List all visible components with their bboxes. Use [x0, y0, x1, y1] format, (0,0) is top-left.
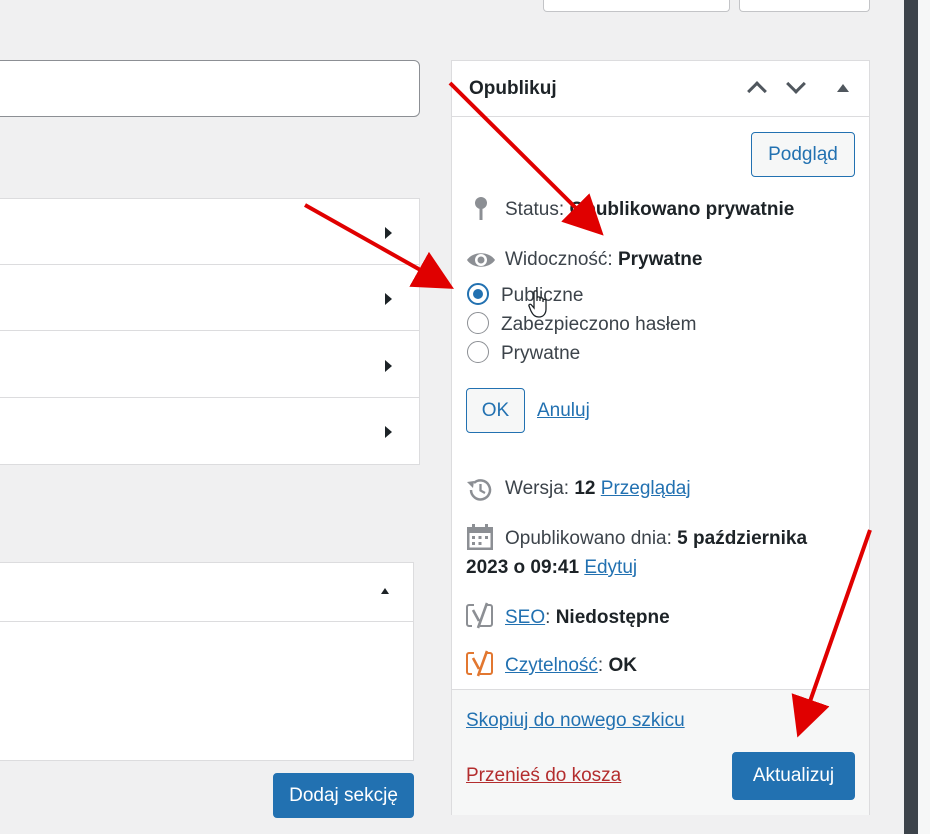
browse-revisions-link[interactable]: Przeglądaj [601, 478, 691, 499]
publish-actions: Skopiuj do nowego szkicu Przenieś do kos… [452, 689, 869, 815]
radio-private-label[interactable]: Prywatne [501, 343, 580, 365]
update-button[interactable]: Aktualizuj [732, 752, 855, 800]
status-label: Status: [505, 199, 565, 220]
toolbar-button-left[interactable] [543, 0, 730, 12]
window-edge [918, 0, 930, 834]
accordion-row[interactable] [0, 398, 419, 464]
seo-link[interactable]: SEO [505, 607, 545, 628]
expand-arrow-icon [385, 293, 392, 305]
sections-panel [0, 562, 414, 761]
status-value: Opublikowano prywatnie [569, 199, 795, 220]
radio-private[interactable] [467, 341, 489, 363]
seo-value: Niedostępne [555, 607, 670, 628]
scrollbar-track [904, 0, 918, 834]
seo-row: SEO: Niedostępne [505, 607, 670, 628]
publish-box: Opublikuj Podgląd Status: Opublikowano p… [451, 60, 870, 815]
yoast-readability-icon [466, 650, 493, 677]
add-section-button[interactable]: Dodaj sekcję [273, 773, 414, 818]
move-to-trash-link[interactable]: Przenieś do kosza [466, 765, 621, 787]
copy-to-draft-link[interactable]: Skopiuj do nowego szkicu [466, 710, 685, 732]
cancel-link[interactable]: Anuluj [537, 400, 590, 422]
collapse-toggle-icon[interactable] [837, 84, 849, 92]
edit-date-link[interactable]: Edytuj [584, 557, 637, 578]
calendar-icon [467, 524, 493, 550]
readability-link[interactable]: Czytelność [505, 655, 598, 676]
preview-button[interactable]: Podgląd [751, 132, 855, 177]
accordion-row[interactable] [0, 199, 419, 265]
sections-panel-header[interactable] [0, 563, 413, 622]
revision-label: Wersja: [505, 478, 570, 499]
toolbar-button-right[interactable] [739, 0, 870, 12]
move-up-icon[interactable] [747, 81, 767, 101]
revision-count: 12 [574, 478, 596, 499]
accordion-row[interactable] [0, 332, 419, 398]
visibility-value: Prywatne [617, 249, 703, 270]
status-row: Status: Opublikowano prywatnie [505, 199, 794, 221]
yoast-seo-icon [466, 602, 493, 629]
radio-password[interactable] [467, 312, 489, 334]
move-down-icon[interactable] [786, 74, 806, 94]
collapse-arrow-icon[interactable] [381, 588, 389, 594]
visibility-label: Widoczność: [505, 249, 613, 270]
published-label: Opublikowano dnia: [505, 528, 672, 549]
readability-value: OK [608, 655, 637, 676]
pin-icon [475, 197, 487, 220]
published-date-line1: 5 października [677, 528, 808, 549]
hand-cursor-icon [528, 290, 547, 318]
expand-arrow-icon [385, 360, 392, 372]
published-row: Opublikowano dnia: 5 października [505, 528, 807, 550]
readability-row: Czytelność: OK [505, 655, 637, 676]
eye-icon [467, 253, 495, 267]
ok-button[interactable]: OK [466, 388, 525, 433]
published-date-line2: 2023 o 09:41 [466, 557, 580, 578]
expand-arrow-icon [385, 227, 392, 239]
expand-arrow-icon [385, 426, 392, 438]
settings-accordion [0, 198, 420, 465]
radio-public[interactable] [467, 283, 489, 305]
visibility-row: Widoczność: Prywatne [505, 249, 702, 271]
accordion-row[interactable] [0, 265, 419, 331]
post-title-input[interactable] [0, 60, 420, 117]
revision-row: Wersja: 12 Przeglądaj [505, 478, 691, 500]
publish-box-header: Opublikuj [452, 61, 869, 117]
publish-box-title: Opublikuj [469, 78, 557, 99]
published-row-2: 2023 o 09:41 Edytuj [466, 557, 637, 579]
history-icon [467, 479, 492, 501]
